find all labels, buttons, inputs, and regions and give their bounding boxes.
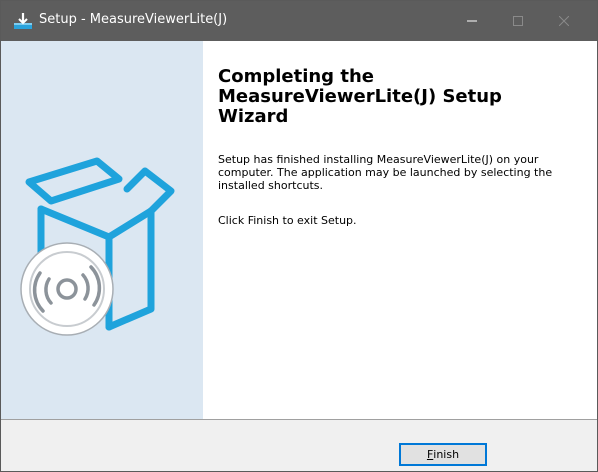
- exit-instruction: Click Finish to exit Setup.: [218, 214, 357, 227]
- completion-message: Setup has finished installing MeasureVie…: [218, 153, 553, 192]
- minimize-button[interactable]: [449, 1, 495, 41]
- finish-label: inish: [433, 448, 460, 461]
- minimize-icon: [467, 20, 477, 22]
- close-icon: [559, 16, 569, 26]
- title-bar[interactable]: Setup - MeasureViewerLite(J): [1, 1, 597, 41]
- setup-installer-icon: [14, 13, 32, 29]
- wizard-content: Completing the MeasureViewerLite(J) Setu…: [1, 41, 597, 419]
- window-title: Setup - MeasureViewerLite(J): [39, 12, 228, 27]
- button-bar: Finish: [1, 419, 597, 471]
- software-box-with-disc-icon: [20, 157, 175, 336]
- close-button: [541, 1, 587, 41]
- maximize-icon: [513, 16, 523, 26]
- wizard-heading: Completing the MeasureViewerLite(J) Setu…: [218, 66, 502, 127]
- wizard-side-panel: [1, 41, 203, 419]
- maximize-button: [495, 1, 541, 41]
- setup-window: Setup - MeasureViewerLite(J) Completing …: [0, 0, 598, 472]
- finish-button[interactable]: Finish: [399, 443, 487, 466]
